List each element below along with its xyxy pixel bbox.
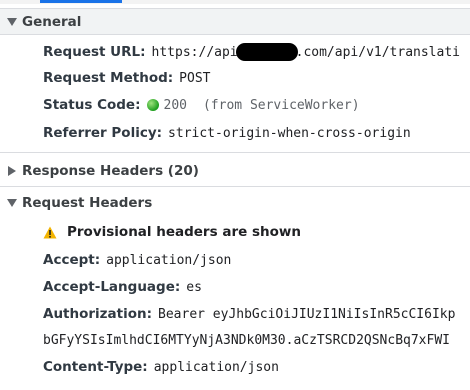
request-method-label: Request Method: [43,70,174,86]
header-row-authorization-continued: bGFyYSIsImlhdCI6MTYyNjA3NDk0M30.aCzTSRCD… [43,330,450,350]
request-url-value-suffix[interactable]: .com/api/v1/translati [296,45,460,60]
status-code-note: (from ServiceWorker) [202,97,360,113]
general-section-title: General [22,13,82,30]
referrer-policy-value: strict-origin-when-cross-origin [168,125,411,141]
header-value: es [186,279,202,295]
header-value: application/json [153,359,279,375]
request-url-row: Request URL: https://api .com/api/v1/tra… [43,42,460,62]
response-headers-section-header[interactable]: Response Headers (20) [0,157,470,184]
response-headers-title: Response Headers (20) [22,162,199,179]
header-row-authorization: Authorization: Bearer eyJhbGciOiJIUzI1Ni… [43,304,455,324]
header-value[interactable]: Bearer eyJhbGciOiJIUzI1NiIsInR5cCI6Ikp [158,307,455,322]
status-ok-icon [146,99,159,111]
header-value: application/json [106,252,232,268]
collapsed-triangle-icon [2,165,22,176]
request-method-value: POST [179,70,211,86]
expanded-triangle-icon [2,17,22,26]
header-name: Authorization: [43,306,153,322]
status-code-row: Status Code: 200 (from ServiceWorker) [43,95,360,115]
header-name: Accept: [43,252,101,268]
header-name: Content-Type: [43,359,148,375]
header-row-accept: Accept: application/json [43,250,231,270]
header-value-continuation[interactable]: bGFyYSIsImlhdCI6MTYyNjA3NDk0M30.aCzTSRCD… [43,333,450,348]
request-url-value-prefix[interactable]: https://api [152,45,238,60]
general-section-header[interactable]: General [0,8,470,35]
section-divider [0,152,470,153]
tab-strip [0,0,470,4]
header-row-accept-language: Accept-Language: es [43,277,202,297]
warning-icon [43,226,57,239]
expanded-triangle-icon [2,198,22,207]
redaction-mark [235,43,298,61]
section-divider [0,186,470,187]
request-headers-section-header[interactable]: Request Headers [0,189,470,216]
status-code-label: Status Code: [43,97,141,113]
request-method-row: Request Method: POST [43,68,210,88]
referrer-policy-label: Referrer Policy: [43,125,163,141]
request-url-label: Request URL: [43,44,146,60]
status-code-value: 200 [163,97,187,113]
header-name: Accept-Language: [43,279,181,295]
request-headers-title: Request Headers [22,194,153,211]
active-tab-indicator [40,0,122,3]
provisional-warning: Provisional headers are shown [43,222,301,242]
referrer-policy-row: Referrer Policy: strict-origin-when-cros… [43,123,411,143]
header-row-content-type: Content-Type: application/json [43,357,279,377]
warning-text: Provisional headers are shown [67,224,301,240]
